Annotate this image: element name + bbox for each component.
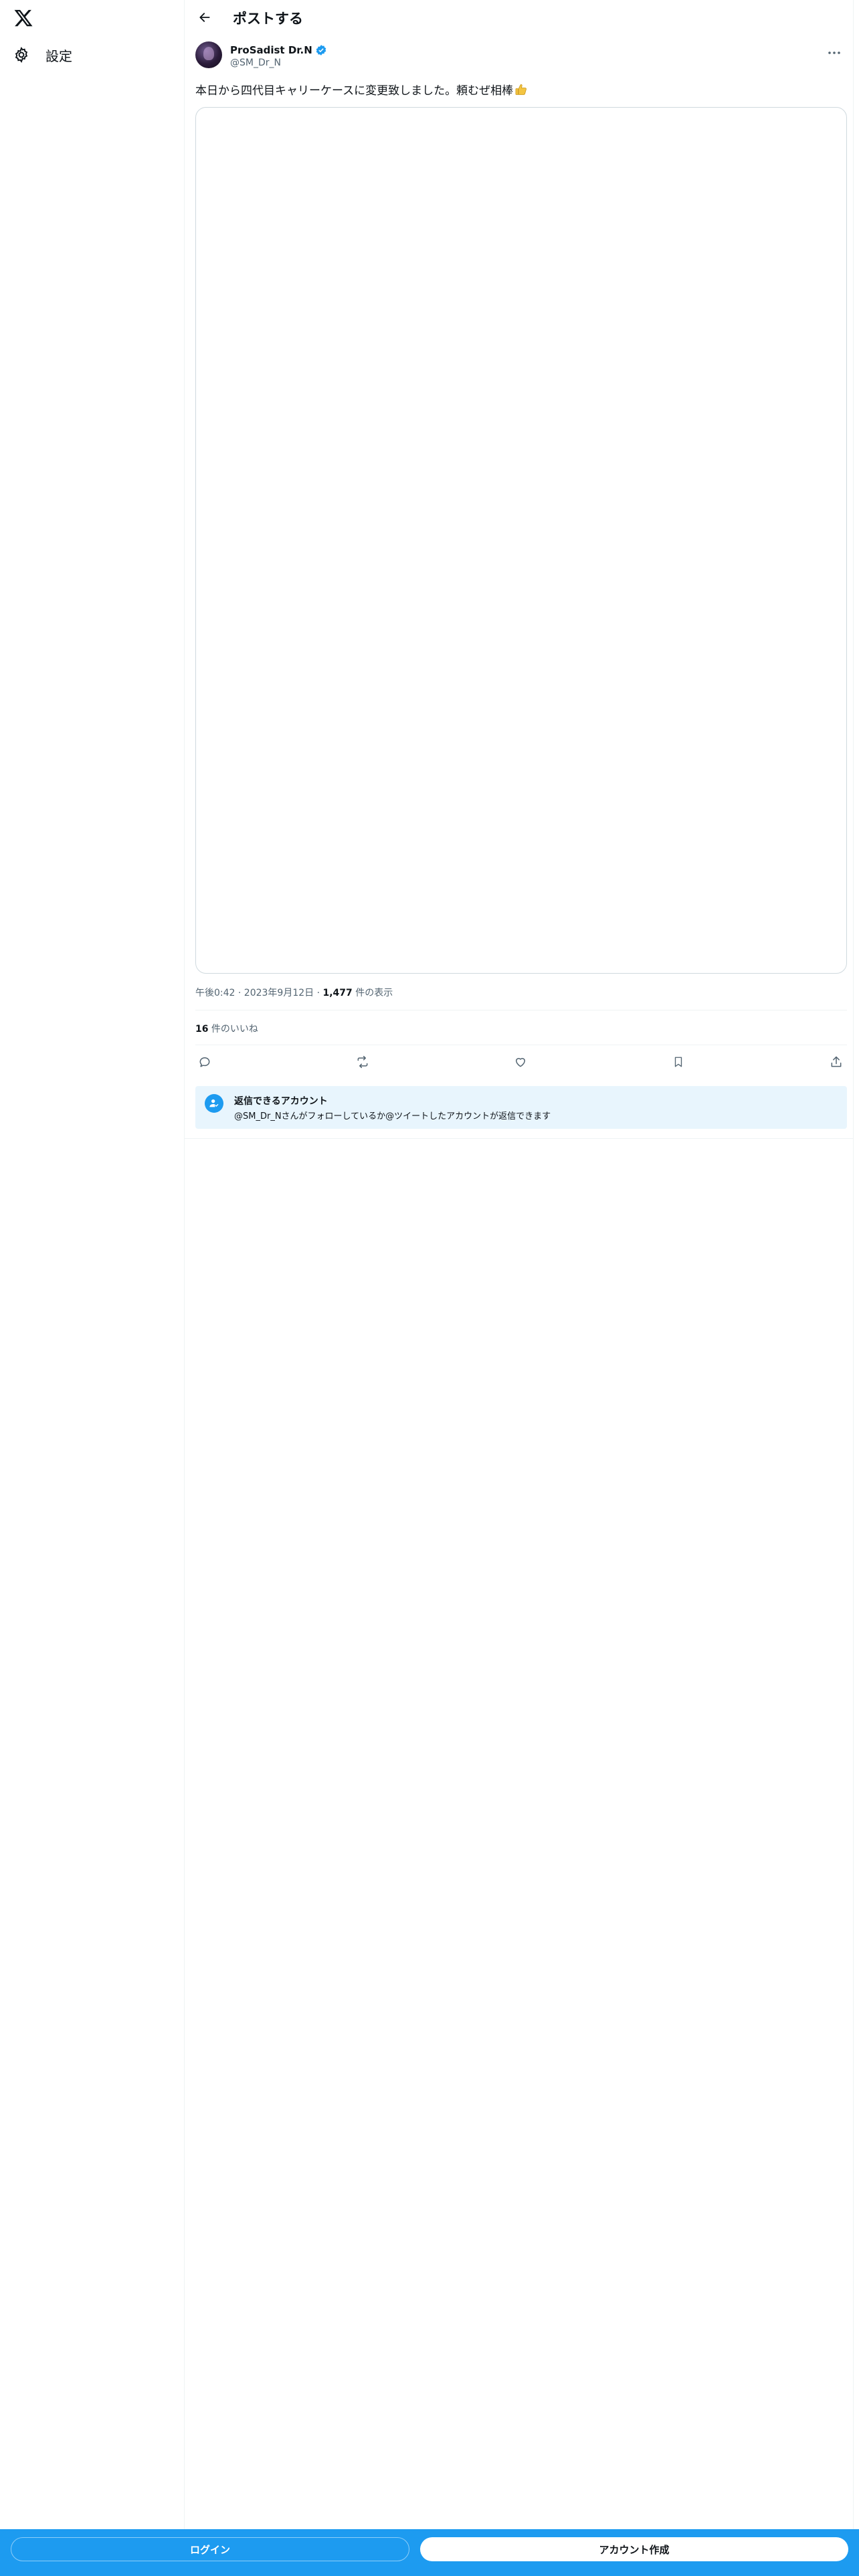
tweet-timestamp[interactable]: 午後0:42 · 2023年9月12日 ·: [195, 988, 323, 998]
heart-icon: [514, 1055, 527, 1071]
reply-restriction-title: 返信できるアカウント: [234, 1096, 328, 1107]
divider: [185, 1138, 854, 1139]
share-button[interactable]: [827, 1054, 846, 1073]
author-name-row: ProSadist Dr.N: [230, 44, 327, 56]
thumbs-up-emoji-icon: [514, 83, 528, 96]
app-root: 設定 ポストする ProSadist Dr.N @SM_Dr_N 本日から四代目…: [0, 0, 859, 2576]
reply-icon: [198, 1055, 211, 1071]
like-button[interactable]: [511, 1054, 530, 1073]
bookmark-icon: [672, 1055, 684, 1071]
likes-count: 16: [195, 1024, 209, 1035]
repost-button[interactable]: [353, 1054, 372, 1073]
more-options-button[interactable]: [824, 43, 844, 59]
arrow-left-icon: [198, 11, 211, 27]
author-handle[interactable]: @SM_Dr_N: [230, 58, 281, 68]
main-column: ポストする ProSadist Dr.N @SM_Dr_N 本日から四代目キャリ…: [185, 0, 854, 2529]
views-label: 件の表示: [352, 988, 393, 998]
sidebar-item-settings[interactable]: 設定: [12, 41, 72, 68]
tweet-actions: [195, 1051, 847, 1075]
page-title: ポストする: [233, 11, 303, 27]
author-name[interactable]: ProSadist Dr.N: [230, 44, 312, 56]
back-button[interactable]: [193, 7, 217, 31]
bookmark-button[interactable]: [669, 1054, 688, 1073]
reply-restriction-description: @SM_Dr_Nさんがフォローしているか@ツイートしたアカウントが返信できます: [234, 1111, 551, 1121]
sidebar: 設定: [0, 0, 185, 2576]
gear-icon: [12, 45, 31, 64]
tweet-author: ProSadist Dr.N @SM_Dr_N: [195, 41, 844, 74]
create-account-button[interactable]: アカウント作成: [420, 2537, 848, 2561]
tweet-metadata: 午後0:42 · 2023年9月12日 · 1,477 件の表示: [195, 986, 393, 999]
page-header: ポストする: [185, 0, 854, 37]
tweet-media[interactable]: [195, 107, 847, 974]
login-button[interactable]: ログイン: [11, 2537, 409, 2561]
more-horizontal-icon: [828, 45, 841, 58]
likes-label: 件のいいね: [208, 1024, 258, 1035]
reply-button[interactable]: [195, 1054, 214, 1073]
tweet-text-content: 本日から四代目キャリーケースに変更致しました。頼むぜ相棒: [195, 84, 514, 98]
tweet-text: 本日から四代目キャリーケースに変更致しました。頼むぜ相棒: [195, 83, 528, 99]
repost-icon: [355, 1055, 370, 1071]
sidebar-item-settings-label: 設定: [45, 47, 72, 64]
reply-restriction-notice: 返信できるアカウント @SM_Dr_Nさんがフォローしているか@ツイートしたアカ…: [195, 1086, 847, 1129]
likes-summary[interactable]: 16 件のいいね: [195, 1022, 258, 1035]
avatar[interactable]: [195, 41, 222, 68]
views-count: 1,477: [322, 988, 353, 998]
x-logo-icon[interactable]: [12, 7, 35, 29]
bottom-login-bar: ログイン アカウント作成: [0, 2529, 859, 2576]
user-check-icon: [205, 1094, 223, 1113]
verified-badge-icon: [315, 44, 327, 56]
share-icon: [830, 1055, 843, 1071]
